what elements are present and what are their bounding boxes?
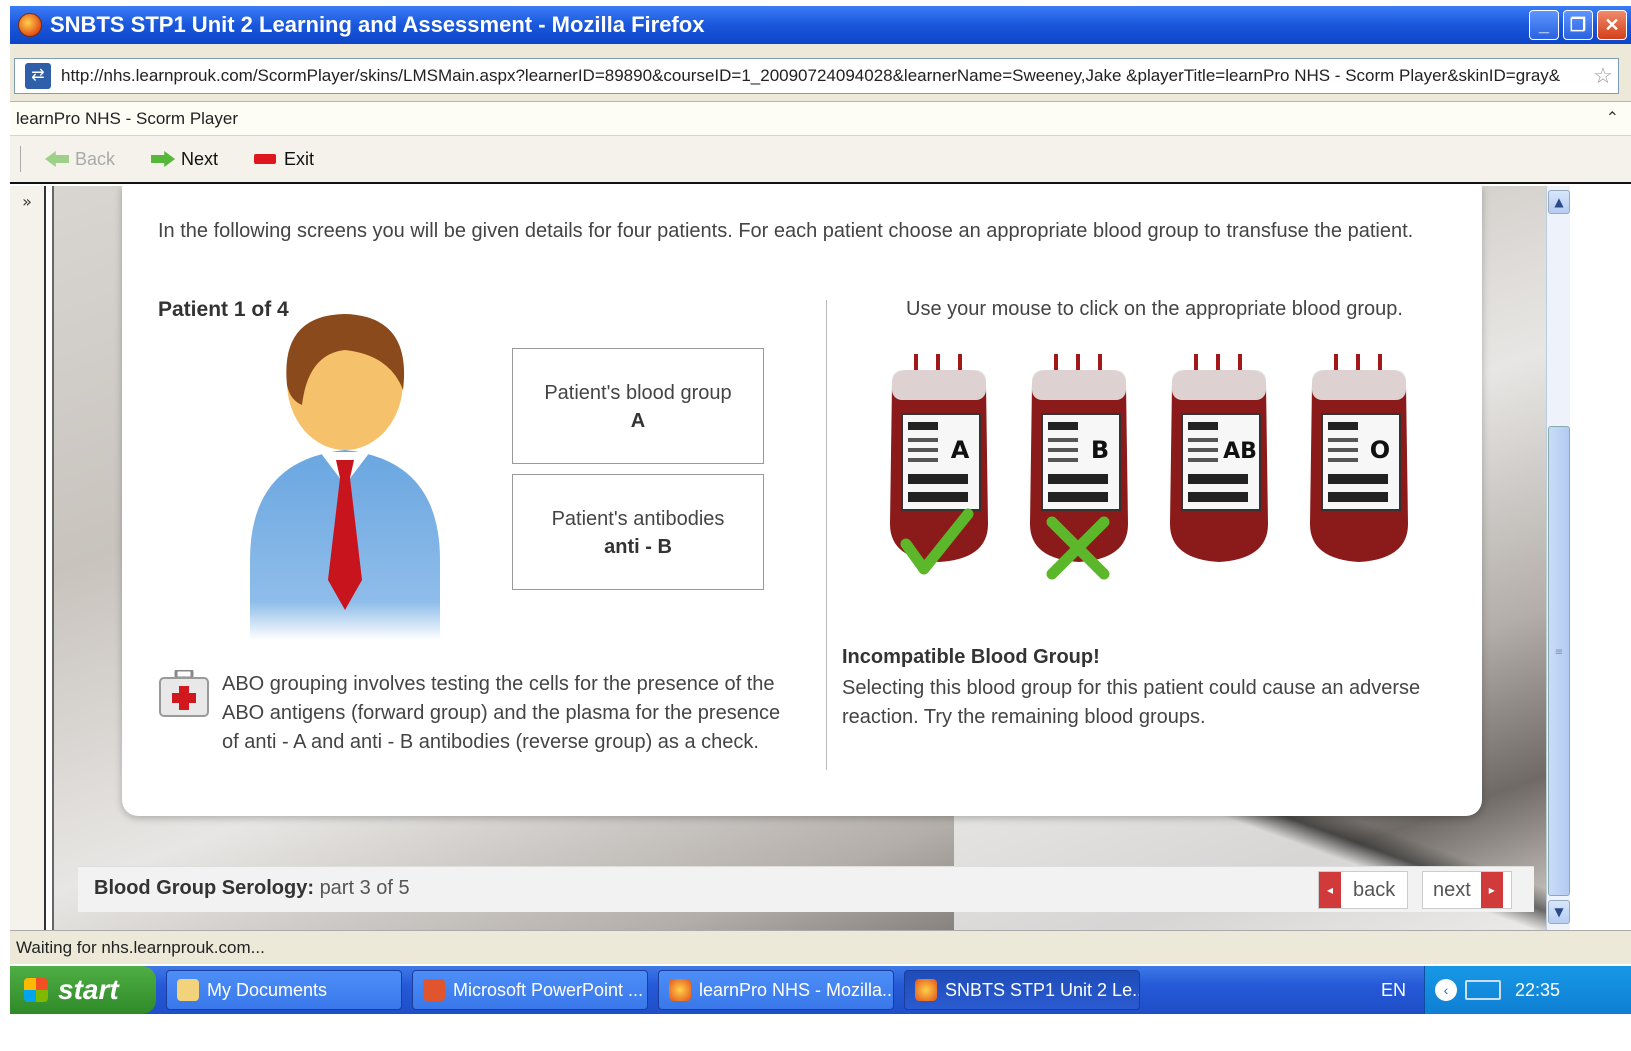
blood-bag-group: A B AB O bbox=[884, 354, 1444, 604]
firefox-icon bbox=[18, 13, 42, 37]
task-learnpro-firefox[interactable]: learnPro NHS - Mozilla... bbox=[658, 970, 894, 1010]
result-heading: Incompatible Blood Group! bbox=[842, 646, 1100, 668]
close-button[interactable]: ✕ bbox=[1597, 10, 1627, 40]
network-icon[interactable] bbox=[1465, 980, 1502, 1000]
result-text: Selecting this blood group for this pati… bbox=[842, 677, 1421, 728]
lesson-card: In the following screens you will be giv… bbox=[122, 186, 1482, 816]
course-viewport: In the following screens you will be giv… bbox=[52, 186, 1546, 930]
start-label: start bbox=[58, 974, 119, 1005]
blood-bag-b[interactable]: B bbox=[1024, 354, 1134, 594]
section-name: Blood Group Serology: bbox=[94, 877, 314, 899]
bag-label-b: B bbox=[1091, 436, 1109, 464]
antibodies-value: anti - B bbox=[604, 536, 672, 558]
exit-icon bbox=[254, 154, 277, 164]
url-text[interactable]: http://nhs.learnprouk.com/ScormPlayer/sk… bbox=[61, 66, 1588, 86]
task-label: learnPro NHS - Mozilla... bbox=[699, 979, 894, 1000]
language-indicator[interactable]: EN bbox=[1381, 980, 1406, 1001]
page-title: learnPro NHS - Scorm Player bbox=[16, 109, 239, 128]
bag-label-o: O bbox=[1370, 436, 1390, 464]
browser-window: SNBTS STP1 Unit 2 Learning and Assessmen… bbox=[10, 6, 1631, 1051]
status-bar: Waiting for nhs.learnprouk.com... bbox=[10, 930, 1631, 964]
scroll-down-icon[interactable]: ▼ bbox=[1548, 900, 1570, 924]
next-label: next bbox=[1433, 878, 1471, 901]
powerpoint-icon bbox=[423, 979, 445, 1001]
instruction-text: Use your mouse to click on the appropria… bbox=[906, 298, 1403, 320]
scroll-up-icon[interactable]: ▲ bbox=[1548, 190, 1570, 214]
bag-label-a: A bbox=[951, 436, 970, 464]
task-powerpoint[interactable]: Microsoft PowerPoint ... bbox=[412, 970, 648, 1010]
toolbar-exit-label: Exit bbox=[284, 148, 315, 169]
next-button[interactable]: next ▸ bbox=[1422, 871, 1512, 909]
task-label: My Documents bbox=[207, 979, 328, 1000]
blood-bag-a[interactable]: A bbox=[884, 354, 994, 594]
section-progress: part 3 of 5 bbox=[319, 877, 410, 899]
next-arrow-icon bbox=[151, 151, 176, 167]
collapse-chevron-icon[interactable]: ⌃ bbox=[1606, 108, 1619, 128]
blood-bag-o[interactable]: O bbox=[1304, 354, 1414, 594]
windows-logo-icon bbox=[24, 978, 48, 1002]
section-divider bbox=[826, 300, 827, 770]
vertical-scrollbar[interactable]: ▲ ≡ ▼ bbox=[1546, 186, 1570, 930]
window-title: SNBTS STP1 Unit 2 Learning and Assessmen… bbox=[50, 12, 705, 37]
system-tray: EN ‹ 22:35 bbox=[1381, 966, 1631, 1014]
minimize-button[interactable]: _ bbox=[1529, 10, 1559, 40]
toolbar-back-label: Back bbox=[75, 148, 116, 169]
bag-label-ab: AB bbox=[1223, 439, 1257, 464]
task-label: Microsoft PowerPoint ... bbox=[453, 979, 644, 1000]
blood-group-label: Patient's blood group bbox=[544, 382, 732, 404]
player-toolbar: Back Next Exit bbox=[10, 136, 1631, 184]
first-aid-kit-icon bbox=[159, 670, 209, 717]
firefox-icon bbox=[915, 979, 937, 1001]
toolbar-exit-button[interactable]: Exit bbox=[254, 149, 314, 170]
address-bar: ⇄ http://nhs.learnprouk.com/ScormPlayer/… bbox=[10, 44, 1631, 102]
intro-text: In the following screens you will be giv… bbox=[158, 220, 1414, 242]
task-my-documents[interactable]: My Documents bbox=[166, 970, 402, 1010]
back-arrow-icon bbox=[45, 151, 69, 167]
blood-group-value: A bbox=[630, 410, 646, 432]
back-label: back bbox=[1353, 878, 1396, 901]
toolbar-next-label: Next bbox=[181, 148, 219, 169]
sidebar-toggle[interactable]: » bbox=[10, 186, 46, 930]
antibodies-box: Patient's antibodies anti - B bbox=[512, 474, 764, 590]
site-icon: ⇄ bbox=[25, 63, 51, 89]
antibodies-label: Patient's antibodies bbox=[551, 508, 725, 530]
taskbar: start My Documents Microsoft PowerPoint … bbox=[10, 966, 1631, 1014]
title-bar: SNBTS STP1 Unit 2 Learning and Assessmen… bbox=[10, 6, 1631, 44]
folder-icon bbox=[177, 979, 199, 1001]
url-field[interactable]: ⇄ http://nhs.learnprouk.com/ScormPlayer/… bbox=[14, 58, 1619, 94]
scroll-thumb[interactable]: ≡ bbox=[1548, 426, 1570, 896]
task-label: SNBTS STP1 Unit 2 Le... bbox=[945, 979, 1140, 1000]
toolbar-next-button[interactable]: Next bbox=[151, 149, 218, 170]
toolbar-divider bbox=[20, 146, 21, 172]
task-snbts-firefox[interactable]: SNBTS STP1 Unit 2 Le... bbox=[904, 970, 1140, 1010]
blood-group-box: Patient's blood group A bbox=[512, 348, 764, 464]
page-title-bar: learnPro NHS - Scorm Player ⌃ bbox=[10, 102, 1631, 136]
start-button[interactable]: start bbox=[10, 966, 156, 1014]
next-icon: ▸ bbox=[1480, 872, 1503, 908]
firefox-icon bbox=[669, 979, 691, 1001]
show-hidden-icons-icon[interactable]: ‹ bbox=[1435, 979, 1458, 1001]
abo-note: ABO grouping involves testing the cells … bbox=[222, 673, 781, 753]
toolbar-back-button[interactable]: Back bbox=[45, 149, 115, 170]
bookmark-star-icon[interactable]: ☆ bbox=[1588, 63, 1618, 89]
lesson-footer: Blood Group Serology: part 3 of 5 ◂ back… bbox=[78, 866, 1534, 912]
back-icon: ◂ bbox=[1319, 872, 1341, 908]
restore-button[interactable]: ❐ bbox=[1563, 10, 1593, 40]
blood-bag-ab[interactable]: AB bbox=[1164, 354, 1274, 594]
patient-avatar-icon bbox=[250, 314, 440, 640]
back-button[interactable]: ◂ back bbox=[1318, 871, 1408, 909]
clock: 22:35 bbox=[1515, 979, 1561, 1000]
